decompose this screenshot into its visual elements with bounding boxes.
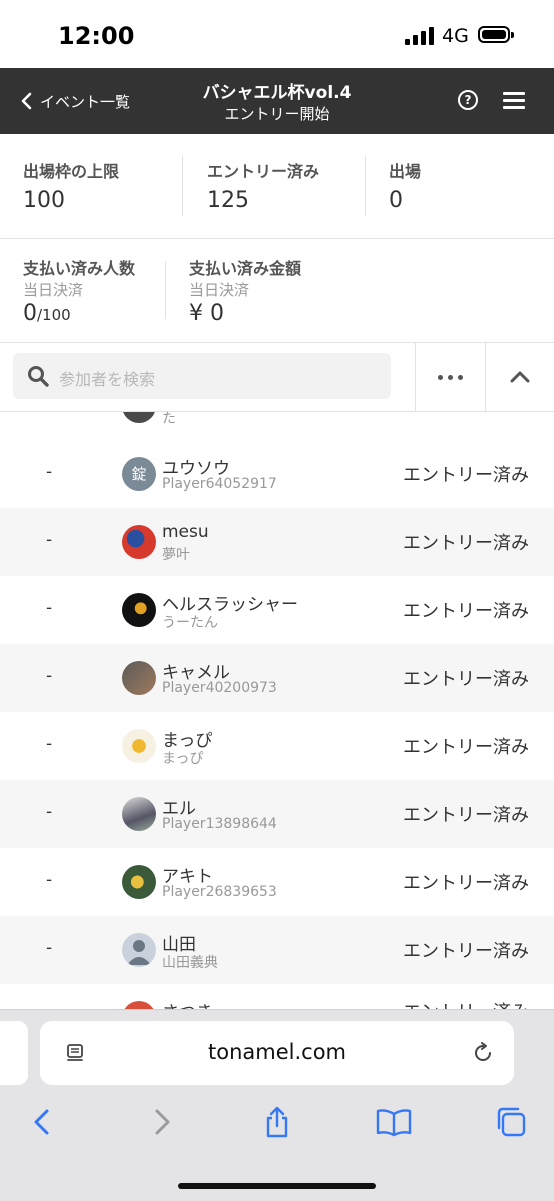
entry-status: エントリー済み (403, 941, 529, 962)
paid-total: /100 (37, 306, 71, 324)
list-item[interactable]: - アキト Player26839653 エントリー済み (0, 848, 554, 916)
stat-value: 100 (23, 188, 65, 213)
status-bar: 12:00 4G (0, 0, 554, 68)
participant-list: た エントリー済み - 錠 ユウソウ Player64052917 エントリー済… (0, 411, 554, 1012)
participant-sub: うーたん (162, 615, 218, 631)
stat-value: 125 (207, 188, 249, 213)
entry-status: エントリー済み (403, 601, 529, 622)
participant-sub: Player13898644 (162, 816, 277, 832)
previous-tab[interactable] (0, 1021, 28, 1085)
header-bar: イベント一覧 バシャエル杯vol.4 エントリー開始 ? (0, 68, 554, 134)
payment-stats: 支払い済み人数 当日決済 0/100 支払い済み金額 当日決済 ¥ 0 (0, 239, 554, 343)
divider (365, 156, 366, 216)
stat-value: 0/100 (23, 301, 71, 326)
network-type: 4G (442, 25, 469, 47)
entry-status: エントリー済み (403, 465, 529, 486)
entry-status: エントリー済み (403, 873, 529, 894)
stat-label: エントリー済み (207, 162, 320, 181)
stat-value: ¥ 0 (189, 301, 224, 326)
divider (165, 261, 166, 319)
list-item[interactable]: - エル Player13898644 エントリー済み (0, 780, 554, 848)
avatar (122, 412, 156, 423)
avatar: 錠 (122, 457, 156, 491)
participant-sub: た (162, 411, 176, 427)
entry-status: エントリー済み (403, 669, 529, 690)
list-item[interactable]: た エントリー済み (0, 411, 554, 440)
chevron-up-icon (510, 371, 530, 383)
avatar (122, 933, 156, 967)
rank: - (46, 462, 53, 482)
entry-status: エントリー済み (403, 533, 529, 554)
participant-sub: 夢叶 (162, 547, 190, 563)
collapse-button[interactable] (485, 343, 554, 411)
clock: 12:00 (58, 22, 135, 50)
divider (182, 156, 183, 216)
list-item[interactable]: - 山田 山田義典 エントリー済み (0, 916, 554, 984)
participant-sub: まっぴ (162, 751, 204, 767)
help-icon[interactable]: ? (458, 90, 478, 110)
participant-sub: Player26839653 (162, 884, 277, 900)
list-item[interactable]: - 錠 ユウソウ Player64052917 エントリー済み (0, 440, 554, 508)
rank: - (46, 598, 53, 618)
address-bar[interactable]: tonamel.com (40, 1021, 514, 1085)
rank: - (46, 734, 53, 754)
participant-sub: 山田義典 (162, 955, 218, 971)
entry-status: エントリー済み (403, 737, 529, 758)
home-indicator (178, 1183, 376, 1189)
paid-count: 0 (23, 301, 37, 326)
default-user-icon (127, 940, 151, 965)
tabs-icon[interactable] (494, 1106, 528, 1138)
avatar (122, 525, 156, 559)
stat-sublabel: 当日決済 (23, 281, 84, 299)
url-domain: tonamel.com (208, 1040, 346, 1064)
browser-toolbar: tonamel.com (0, 1009, 554, 1201)
stat-label: 出場枠の上限 (23, 162, 120, 181)
stat-value: 0 (389, 188, 403, 213)
search-icon (28, 366, 49, 387)
list-item[interactable]: さつき エントリー済み (0, 984, 554, 1012)
list-item[interactable]: - キャメル Player40200973 エントリー済み (0, 644, 554, 712)
search-input[interactable]: 参加者を検索 (13, 353, 391, 399)
stat-label: 支払い済み人数 (23, 259, 136, 278)
list-item[interactable]: - まっぴ まっぴ エントリー済み (0, 712, 554, 780)
reload-icon[interactable] (472, 1042, 494, 1064)
entry-stats: 出場枠の上限 100 エントリー済み 125 出場 0 (0, 134, 554, 239)
rank: - (46, 870, 53, 890)
search-toolbar: 参加者を検索 (0, 343, 554, 411)
avatar (122, 797, 156, 831)
avatar (122, 729, 156, 763)
rank: - (46, 938, 53, 958)
rank: - (46, 530, 53, 550)
rank: - (46, 666, 53, 686)
stat-label: 出場 (389, 162, 422, 181)
participant-sub: Player64052917 (162, 476, 277, 492)
forward-icon[interactable] (146, 1106, 176, 1138)
battery-icon (478, 26, 514, 43)
avatar (122, 661, 156, 695)
bookmarks-icon[interactable] (376, 1106, 412, 1138)
list-item[interactable]: - mesu 夢叶 エントリー済み (0, 508, 554, 576)
signal-icon (405, 27, 435, 45)
list-item[interactable]: - ヘルスラッシャー うーたん エントリー済み (0, 576, 554, 644)
stat-sublabel: 当日決済 (189, 281, 250, 299)
more-options-button[interactable] (415, 343, 486, 411)
participant-sub: Player40200973 (162, 680, 277, 696)
avatar (122, 865, 156, 899)
rank: - (46, 802, 53, 822)
back-icon[interactable] (28, 1106, 58, 1138)
menu-icon[interactable] (503, 92, 525, 110)
stat-label: 支払い済み金額 (189, 259, 302, 278)
search-placeholder: 参加者を検索 (59, 370, 156, 389)
participant-name: mesu (162, 522, 209, 542)
avatar (122, 593, 156, 627)
share-icon[interactable] (262, 1106, 292, 1138)
entry-status: エントリー済み (403, 805, 529, 826)
